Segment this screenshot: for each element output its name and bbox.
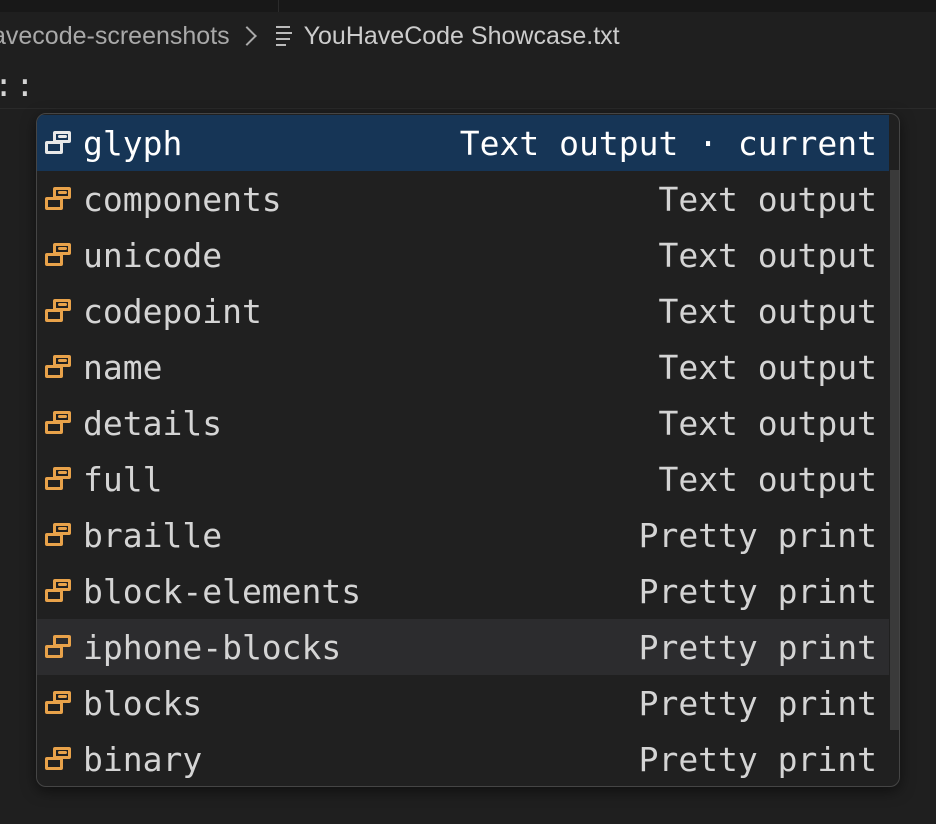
suggest-item-label: binary <box>83 739 203 779</box>
suggest-item-label: glyph <box>83 123 183 163</box>
suggest-item-detail: Pretty print <box>638 739 877 779</box>
suggest-item[interactable]: braille Pretty print <box>37 507 889 563</box>
suggest-item-detail: Pretty print <box>638 683 877 723</box>
snippet-icon <box>45 691 73 715</box>
suggest-item[interactable]: blocks Pretty print <box>37 675 889 731</box>
suggest-item[interactable]: unicode Text output <box>37 227 889 283</box>
suggest-item-label: blocks <box>83 683 203 723</box>
breadcrumb-file[interactable]: YouHaveCode Showcase.txt <box>304 22 620 51</box>
snippet-icon <box>45 523 73 547</box>
suggest-item[interactable]: binary Pretty print <box>37 731 889 786</box>
suggest-item[interactable]: codepoint Text output <box>37 283 889 339</box>
breadcrumb-folder[interactable]: avecode-screenshots <box>0 22 230 51</box>
suggest-item-detail: Text output <box>658 179 877 219</box>
suggest-item-detail: Text output <box>658 459 877 499</box>
suggest-item-detail: Text output · current <box>459 123 877 163</box>
chevron-right-icon <box>236 26 257 46</box>
suggest-item[interactable]: name Text output <box>37 339 889 395</box>
editor-current-line[interactable]: :: <box>0 64 936 109</box>
snippet-icon <box>45 411 73 435</box>
suggest-item-detail: Text output <box>658 291 877 331</box>
tab-divider <box>278 0 279 12</box>
suggest-item-label: iphone-blocks <box>83 627 342 667</box>
snippet-icon <box>45 187 73 211</box>
suggest-widget: glyph Text output · current components T… <box>36 113 900 787</box>
suggest-item-detail: Pretty print <box>638 571 877 611</box>
suggest-item-label: full <box>83 459 163 499</box>
suggest-item-label: codepoint <box>83 291 262 331</box>
suggest-item-label: block-elements <box>83 571 362 611</box>
suggest-item-label: name <box>83 347 163 387</box>
suggest-item-detail: Text output <box>658 347 877 387</box>
breadcrumb: avecode-screenshots YouHaveCode Showcase… <box>0 12 936 60</box>
suggest-item-label: details <box>83 403 223 443</box>
snippet-icon <box>45 747 73 771</box>
suggest-item[interactable]: full Text output <box>37 451 889 507</box>
suggest-item[interactable]: details Text output <box>37 395 889 451</box>
editor-tab-strip <box>0 0 936 12</box>
suggest-scrollbar[interactable] <box>890 170 899 786</box>
suggest-item-detail: Pretty print <box>638 515 877 555</box>
suggest-item-label: braille <box>83 515 223 555</box>
snippet-icon <box>45 299 73 323</box>
snippet-icon <box>45 635 73 659</box>
text-file-icon <box>275 26 292 46</box>
suggest-item-label: components <box>83 179 282 219</box>
suggest-item[interactable]: components Text output <box>37 171 889 227</box>
suggest-item-label: unicode <box>83 235 223 275</box>
snippet-icon <box>45 131 73 155</box>
suggest-item[interactable]: iphone-blocks Pretty print <box>37 619 889 675</box>
suggest-item-detail: Text output <box>658 403 877 443</box>
suggest-scrollbar-thumb[interactable] <box>890 170 899 730</box>
editor-line-text: :: <box>0 66 37 104</box>
suggest-item[interactable]: glyph Text output · current <box>37 115 889 171</box>
snippet-icon <box>45 579 73 603</box>
suggest-item[interactable]: block-elements Pretty print <box>37 563 889 619</box>
snippet-icon <box>45 467 73 491</box>
snippet-icon <box>45 243 73 267</box>
suggest-list: glyph Text output · current components T… <box>37 115 889 786</box>
snippet-icon <box>45 355 73 379</box>
suggest-item-detail: Pretty print <box>638 627 877 667</box>
suggest-item-detail: Text output <box>658 235 877 275</box>
